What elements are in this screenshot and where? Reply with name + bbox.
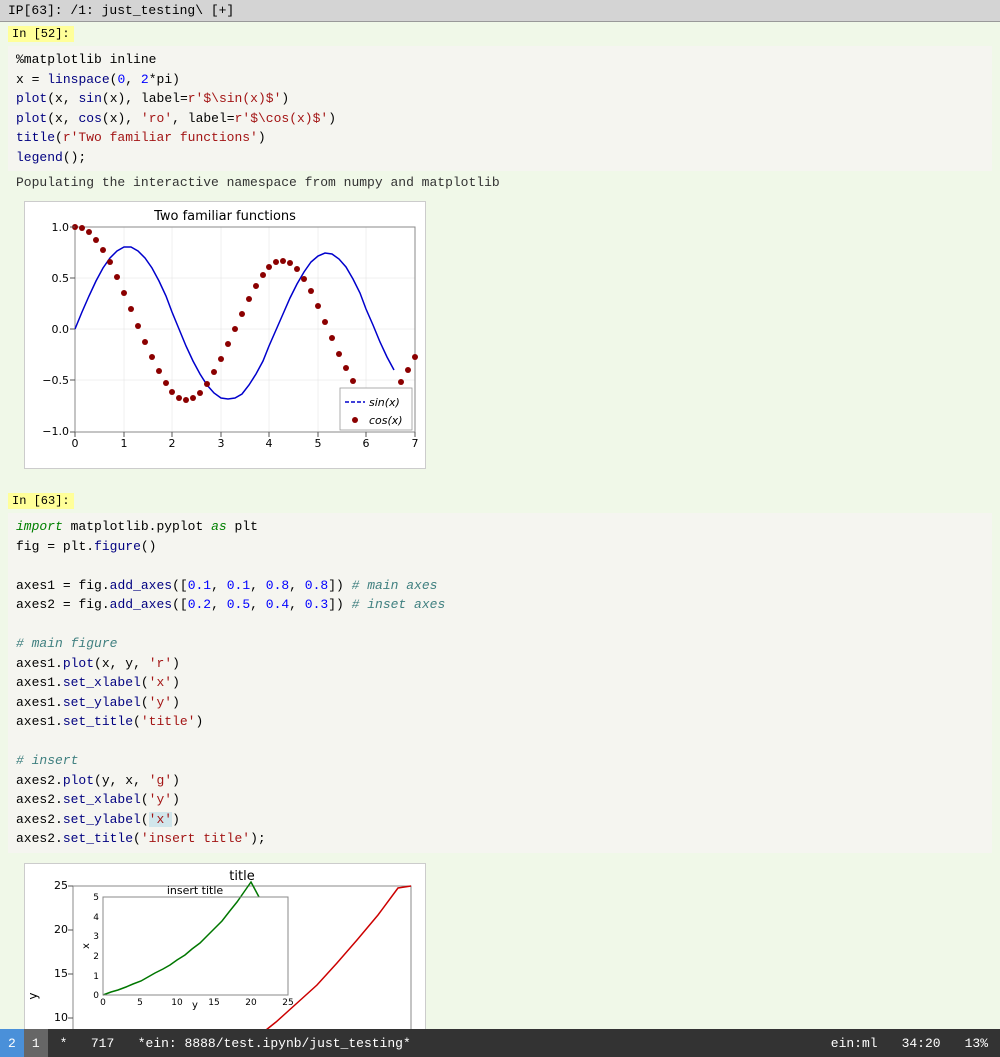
cell-52: In [52]: %matplotlib inline x = linspace… — [0, 22, 1000, 489]
svg-text:15: 15 — [208, 998, 219, 1008]
svg-text:0.5: 0.5 — [52, 272, 70, 285]
status-num2: 1 — [24, 1029, 48, 1057]
output-text: Populating the interactive namespace fro… — [16, 173, 984, 193]
svg-text:0: 0 — [93, 991, 99, 1001]
svg-text:25: 25 — [54, 879, 68, 892]
svg-text:x: x — [81, 942, 92, 948]
title-text: IP[63]: /1: just_testing\ [+] — [8, 3, 234, 18]
status-filepath: *ein: 8888/test.ipynb/just_testing* — [138, 1036, 411, 1051]
svg-text:4: 4 — [266, 437, 273, 450]
svg-text:0: 0 — [72, 437, 79, 450]
svg-text:−0.5: −0.5 — [42, 374, 69, 387]
cell-63-output: title y x 0 5 10 15 20 25 — [8, 853, 992, 1030]
svg-text:10: 10 — [171, 998, 183, 1008]
cell-52-label[interactable]: In [52]: — [8, 26, 74, 42]
svg-text:1.0: 1.0 — [52, 221, 70, 234]
title-bar: IP[63]: /1: just_testing\ [+] — [0, 0, 1000, 22]
status-percent: 13% — [953, 1036, 1000, 1051]
svg-text:15: 15 — [54, 967, 68, 980]
svg-text:cos(x): cos(x) — [369, 414, 403, 427]
svg-text:20: 20 — [245, 998, 257, 1008]
svg-text:3: 3 — [93, 932, 99, 942]
status-num1: 2 — [0, 1029, 24, 1057]
svg-text:2: 2 — [169, 437, 176, 450]
svg-text:sin(x): sin(x) — [369, 396, 400, 409]
plot1-container: Two familiar functions — [24, 201, 426, 470]
svg-text:6: 6 — [363, 437, 370, 450]
svg-text:0: 0 — [100, 998, 106, 1008]
svg-text:25: 25 — [282, 998, 293, 1008]
notebook[interactable]: In [52]: %matplotlib inline x = linspace… — [0, 22, 1000, 1029]
svg-text:2: 2 — [93, 952, 99, 962]
cell-63-code[interactable]: import matplotlib.pyplot as plt fig = pl… — [8, 513, 992, 853]
svg-text:5: 5 — [137, 998, 143, 1008]
status-indicator: * — [60, 1036, 68, 1051]
svg-text:Two familiar functions: Two familiar functions — [153, 209, 296, 224]
cell-52-output: Populating the interactive namespace fro… — [8, 171, 992, 485]
svg-text:−1.0: −1.0 — [42, 425, 69, 438]
cell-63: In [63]: import matplotlib.pyplot as plt… — [0, 489, 1000, 1029]
plot1-svg: Two familiar functions — [25, 202, 425, 462]
cell-52-code[interactable]: %matplotlib inline x = linspace(0, 2*pi)… — [8, 46, 992, 171]
svg-text:3: 3 — [218, 437, 225, 450]
svg-text:20: 20 — [54, 923, 68, 936]
svg-text:insert title: insert title — [167, 884, 224, 897]
cell-63-label[interactable]: In [63]: — [8, 493, 74, 509]
svg-text:1: 1 — [121, 437, 128, 450]
svg-text:4: 4 — [93, 913, 99, 923]
svg-text:5: 5 — [93, 893, 99, 903]
svg-text:0.0: 0.0 — [52, 323, 70, 336]
status-bar: 2 1 * 717 *ein: 8888/test.ipynb/just_tes… — [0, 1029, 1000, 1057]
svg-text:y: y — [192, 1000, 198, 1011]
status-mode: ein:ml — [819, 1036, 890, 1051]
svg-text:5: 5 — [315, 437, 322, 450]
status-linecount: 717 — [91, 1036, 114, 1051]
svg-text:y: y — [26, 992, 40, 999]
status-position: 34:20 — [890, 1036, 953, 1051]
plot2-container: title y x 0 5 10 15 20 25 — [24, 863, 426, 1030]
svg-text:10: 10 — [54, 1011, 68, 1024]
plot2-svg: title y x 0 5 10 15 20 25 — [25, 864, 425, 1030]
svg-text:1: 1 — [93, 972, 99, 982]
status-file: * 717 *ein: 8888/test.ipynb/just_testing… — [48, 1036, 819, 1051]
svg-text:7: 7 — [412, 437, 419, 450]
